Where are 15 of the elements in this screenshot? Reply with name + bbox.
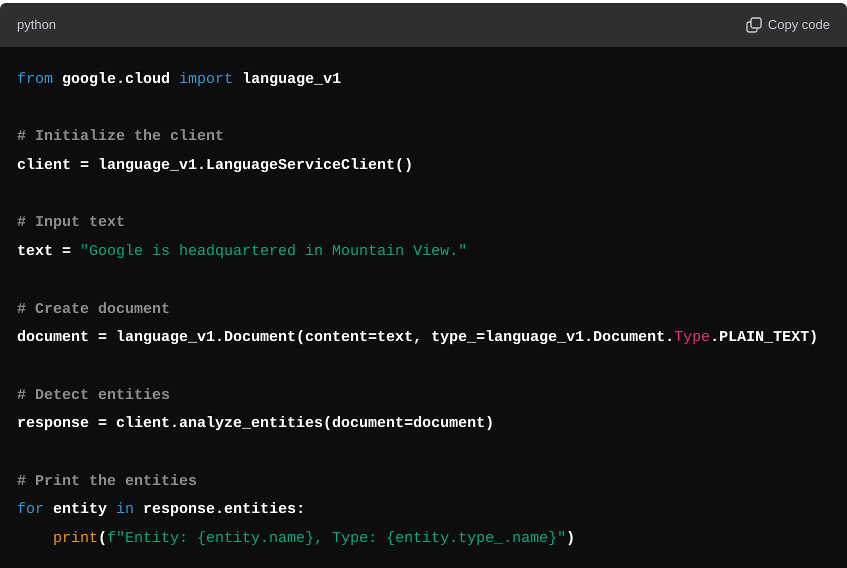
code-line: document = language_v1.Document(content=text, type_=language_v1.Document.Type.PLAIN_TEXT): [17, 329, 818, 346]
language-label: python: [17, 16, 56, 34]
code-line: # Initialize the client: [17, 128, 224, 146]
code-line: # Create document: [17, 300, 170, 318]
copy-code-button[interactable]: Copy code: [746, 15, 830, 35]
code-line: for entity in response.entities:: [17, 501, 306, 518]
copy-icon: [746, 17, 762, 33]
code-line: from google.cloud import language_v1: [17, 71, 342, 88]
code-line: text = "Google is headquartered in Mountain View.": [17, 243, 468, 260]
code-line: # Detect entities: [17, 386, 170, 404]
code-line: client = language_v1.LanguageServiceClient(): [17, 157, 414, 174]
code-line: # Input text: [17, 214, 126, 232]
code-line: response = client.analyze_entities(document=document): [17, 415, 494, 432]
code-line: # Print the entities: [17, 472, 198, 490]
code-line: print(f"Entity: {entity.name}, Type: {entity.type_.name}"): [52, 530, 576, 547]
